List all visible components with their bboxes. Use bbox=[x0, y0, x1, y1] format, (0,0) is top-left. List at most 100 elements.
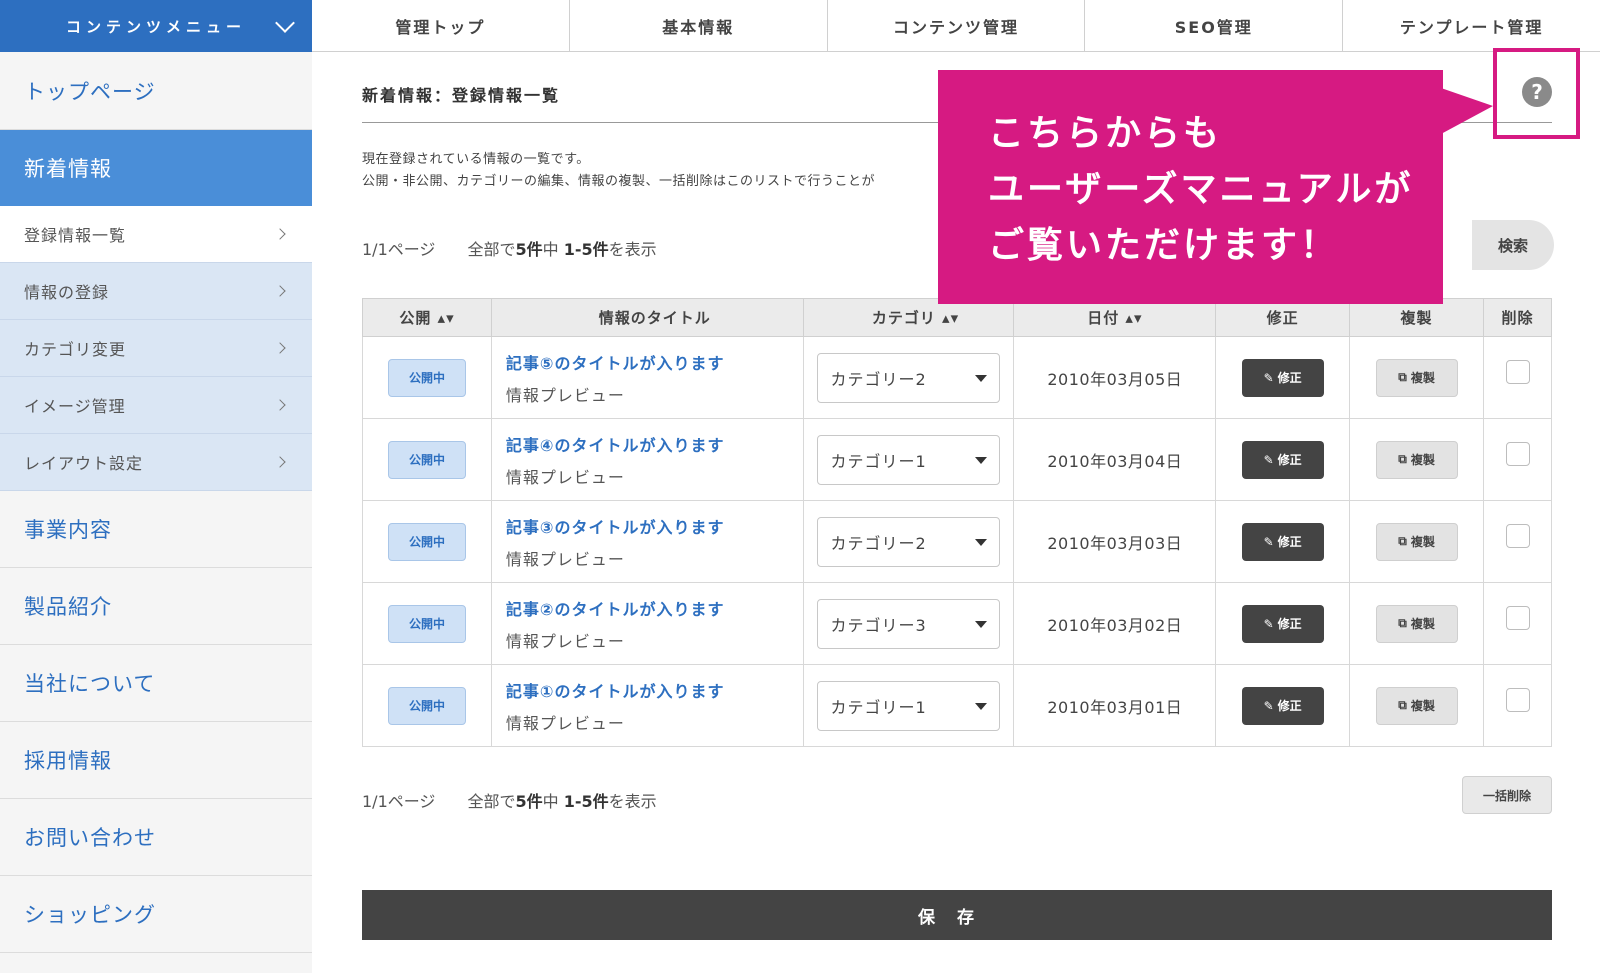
sidebar-subitem-label: カテゴリ変更 bbox=[24, 340, 127, 359]
column-header-copy: 複製 bbox=[1349, 298, 1485, 337]
callout-line-2: ユーザーズマニュアルが bbox=[988, 169, 1414, 210]
column-header-title: 情報のタイトル bbox=[490, 298, 805, 337]
table-row: 公開中 記事①のタイトルが入ります 情報プレビュー カテゴリー1 2010年03月… bbox=[362, 664, 1552, 747]
sidebar-item-label: ショッピング bbox=[24, 903, 156, 927]
column-header-date[interactable]: 日付 ▴▾ bbox=[1013, 298, 1217, 337]
article-title-link[interactable]: 記事②のタイトルが入ります bbox=[506, 596, 804, 620]
edit-button[interactable]: ✎ 修正 bbox=[1241, 604, 1324, 643]
article-title-link[interactable]: 記事④のタイトルが入ります bbox=[506, 432, 804, 456]
sidebar-item-contact[interactable]: お問い合わせ bbox=[0, 799, 312, 876]
sidebar-item-about[interactable]: 当社について bbox=[0, 645, 312, 722]
copy-label: 複製 bbox=[1410, 535, 1435, 549]
sidebar-item-label: 当社について bbox=[24, 672, 156, 696]
delete-checkbox[interactable] bbox=[1505, 687, 1530, 712]
delete-checkbox[interactable] bbox=[1505, 359, 1530, 384]
tab-basic-info[interactable]: 基本情報 bbox=[570, 0, 828, 51]
chevron-right-icon bbox=[274, 342, 286, 354]
edit-button[interactable]: ✎ 修正 bbox=[1241, 522, 1324, 561]
bulk-delete-button[interactable]: 一括削除 bbox=[1462, 776, 1552, 814]
category-value: カテゴリー1 bbox=[830, 697, 927, 717]
sidebar-item-recruit[interactable]: 採用情報 bbox=[0, 722, 312, 799]
chevron-right-icon bbox=[274, 456, 286, 468]
preview-link[interactable]: 情報プレビュー bbox=[506, 464, 804, 488]
publish-status-button[interactable]: 公開中 bbox=[387, 686, 466, 725]
search-button[interactable]: 検索 bbox=[1472, 220, 1554, 270]
result-summary: 全部で5件中 1-5件を表示 bbox=[467, 240, 657, 259]
dropdown-caret-icon bbox=[975, 538, 988, 546]
info-list-table: 公開 ▴▾ 情報のタイトル カテゴリ ▴▾ 日付 ▴▾ 修正 複製 削除 公開中… bbox=[362, 298, 1552, 747]
chevron-right-icon bbox=[274, 228, 286, 240]
publish-status-button[interactable]: 公開中 bbox=[387, 358, 466, 397]
publish-status-button[interactable]: 公開中 bbox=[387, 522, 466, 561]
delete-checkbox[interactable] bbox=[1505, 523, 1530, 548]
category-select[interactable]: カテゴリー1 bbox=[817, 434, 1001, 485]
copy-button[interactable]: ⧉ 複製 bbox=[1375, 604, 1458, 643]
page-title: 新着情報：登録情報一覧 bbox=[362, 86, 561, 105]
sidebar-item-business[interactable]: 事業内容 bbox=[0, 491, 312, 568]
callout-line-1: こちらからも bbox=[988, 113, 1223, 154]
callout-pointer bbox=[1441, 88, 1493, 134]
publish-status-button[interactable]: 公開中 bbox=[387, 604, 466, 643]
content-menu-label: コンテンツメニュー bbox=[65, 17, 246, 36]
content-menu-toggle[interactable]: コンテンツメニュー bbox=[0, 0, 312, 52]
copy-label: 複製 bbox=[1410, 699, 1435, 713]
edit-button[interactable]: ✎ 修正 bbox=[1241, 686, 1324, 725]
sidebar-subitem-register[interactable]: 情報の登録 bbox=[0, 263, 312, 320]
edit-label: 修正 bbox=[1277, 699, 1302, 713]
table-header-row: 公開 ▴▾ 情報のタイトル カテゴリ ▴▾ 日付 ▴▾ 修正 複製 削除 bbox=[362, 298, 1552, 337]
delete-checkbox[interactable] bbox=[1505, 605, 1530, 630]
publish-status-button[interactable]: 公開中 bbox=[387, 440, 466, 479]
sidebar-item-label: 採用情報 bbox=[24, 749, 112, 773]
pencil-icon: ✎ bbox=[1263, 452, 1274, 467]
page-indicator: 1/1ページ bbox=[362, 792, 436, 811]
column-header-public[interactable]: 公開 ▴▾ bbox=[362, 298, 492, 337]
tab-admin-top[interactable]: 管理トップ bbox=[312, 0, 570, 51]
sidebar-subitem-list[interactable]: 登録情報一覧 bbox=[0, 206, 312, 263]
tab-content-management[interactable]: コンテンツ管理 bbox=[828, 0, 1086, 51]
copy-label: 複製 bbox=[1410, 453, 1435, 467]
sidebar-subitem-images[interactable]: イメージ管理 bbox=[0, 377, 312, 434]
edit-button[interactable]: ✎ 修正 bbox=[1241, 358, 1324, 397]
pencil-icon: ✎ bbox=[1263, 698, 1274, 713]
category-select[interactable]: カテゴリー1 bbox=[817, 680, 1001, 731]
chevron-right-icon bbox=[274, 399, 286, 411]
tab-template-management[interactable]: テンプレート管理 bbox=[1343, 0, 1600, 51]
copy-icon: ⧉ bbox=[1398, 534, 1407, 548]
edit-label: 修正 bbox=[1277, 453, 1302, 467]
copy-button[interactable]: ⧉ 複製 bbox=[1375, 522, 1458, 561]
result-summary: 全部で5件中 1-5件を表示 bbox=[467, 792, 657, 811]
table-row: 公開中 記事②のタイトルが入ります 情報プレビュー カテゴリー3 2010年03月… bbox=[362, 582, 1552, 665]
sidebar-subitem-layout[interactable]: レイアウト設定 bbox=[0, 434, 312, 491]
preview-link[interactable]: 情報プレビュー bbox=[506, 546, 804, 570]
category-select[interactable]: カテゴリー2 bbox=[817, 352, 1001, 403]
copy-button[interactable]: ⧉ 複製 bbox=[1375, 358, 1458, 397]
preview-link[interactable]: 情報プレビュー bbox=[506, 382, 804, 406]
chevron-down-icon bbox=[275, 13, 295, 33]
page-indicator: 1/1ページ bbox=[362, 240, 436, 259]
delete-checkbox[interactable] bbox=[1505, 441, 1530, 466]
copy-label: 複製 bbox=[1410, 371, 1435, 385]
sidebar-subitem-category[interactable]: カテゴリ変更 bbox=[0, 320, 312, 377]
preview-link[interactable]: 情報プレビュー bbox=[506, 628, 804, 652]
category-select[interactable]: カテゴリー3 bbox=[817, 598, 1001, 649]
article-title-link[interactable]: 記事①のタイトルが入ります bbox=[506, 678, 804, 702]
sidebar-item-news[interactable]: 新着情報 bbox=[0, 130, 312, 206]
copy-button[interactable]: ⧉ 複製 bbox=[1375, 686, 1458, 725]
date-cell: 2010年03月04日 bbox=[1013, 418, 1217, 501]
sidebar-item-shopping[interactable]: ショッピング bbox=[0, 876, 312, 953]
column-header-edit: 修正 bbox=[1215, 298, 1351, 337]
sidebar-item-label: お問い合わせ bbox=[24, 826, 156, 850]
sidebar-item-products[interactable]: 製品紹介 bbox=[0, 568, 312, 645]
preview-link[interactable]: 情報プレビュー bbox=[506, 710, 804, 734]
edit-button[interactable]: ✎ 修正 bbox=[1241, 440, 1324, 479]
category-select[interactable]: カテゴリー2 bbox=[817, 516, 1001, 567]
sidebar-item-top-page[interactable]: トップページ bbox=[0, 52, 312, 130]
category-value: カテゴリー2 bbox=[830, 533, 927, 553]
article-title-link[interactable]: 記事③のタイトルが入ります bbox=[506, 514, 804, 538]
copy-button[interactable]: ⧉ 複製 bbox=[1375, 440, 1458, 479]
article-title-link[interactable]: 記事⑤のタイトルが入ります bbox=[506, 350, 804, 374]
column-header-category[interactable]: カテゴリ ▴▾ bbox=[803, 298, 1015, 337]
save-button[interactable]: 保存 bbox=[362, 890, 1552, 940]
date-cell: 2010年03月03日 bbox=[1013, 500, 1217, 583]
tab-seo-management[interactable]: SEO管理 bbox=[1085, 0, 1344, 51]
